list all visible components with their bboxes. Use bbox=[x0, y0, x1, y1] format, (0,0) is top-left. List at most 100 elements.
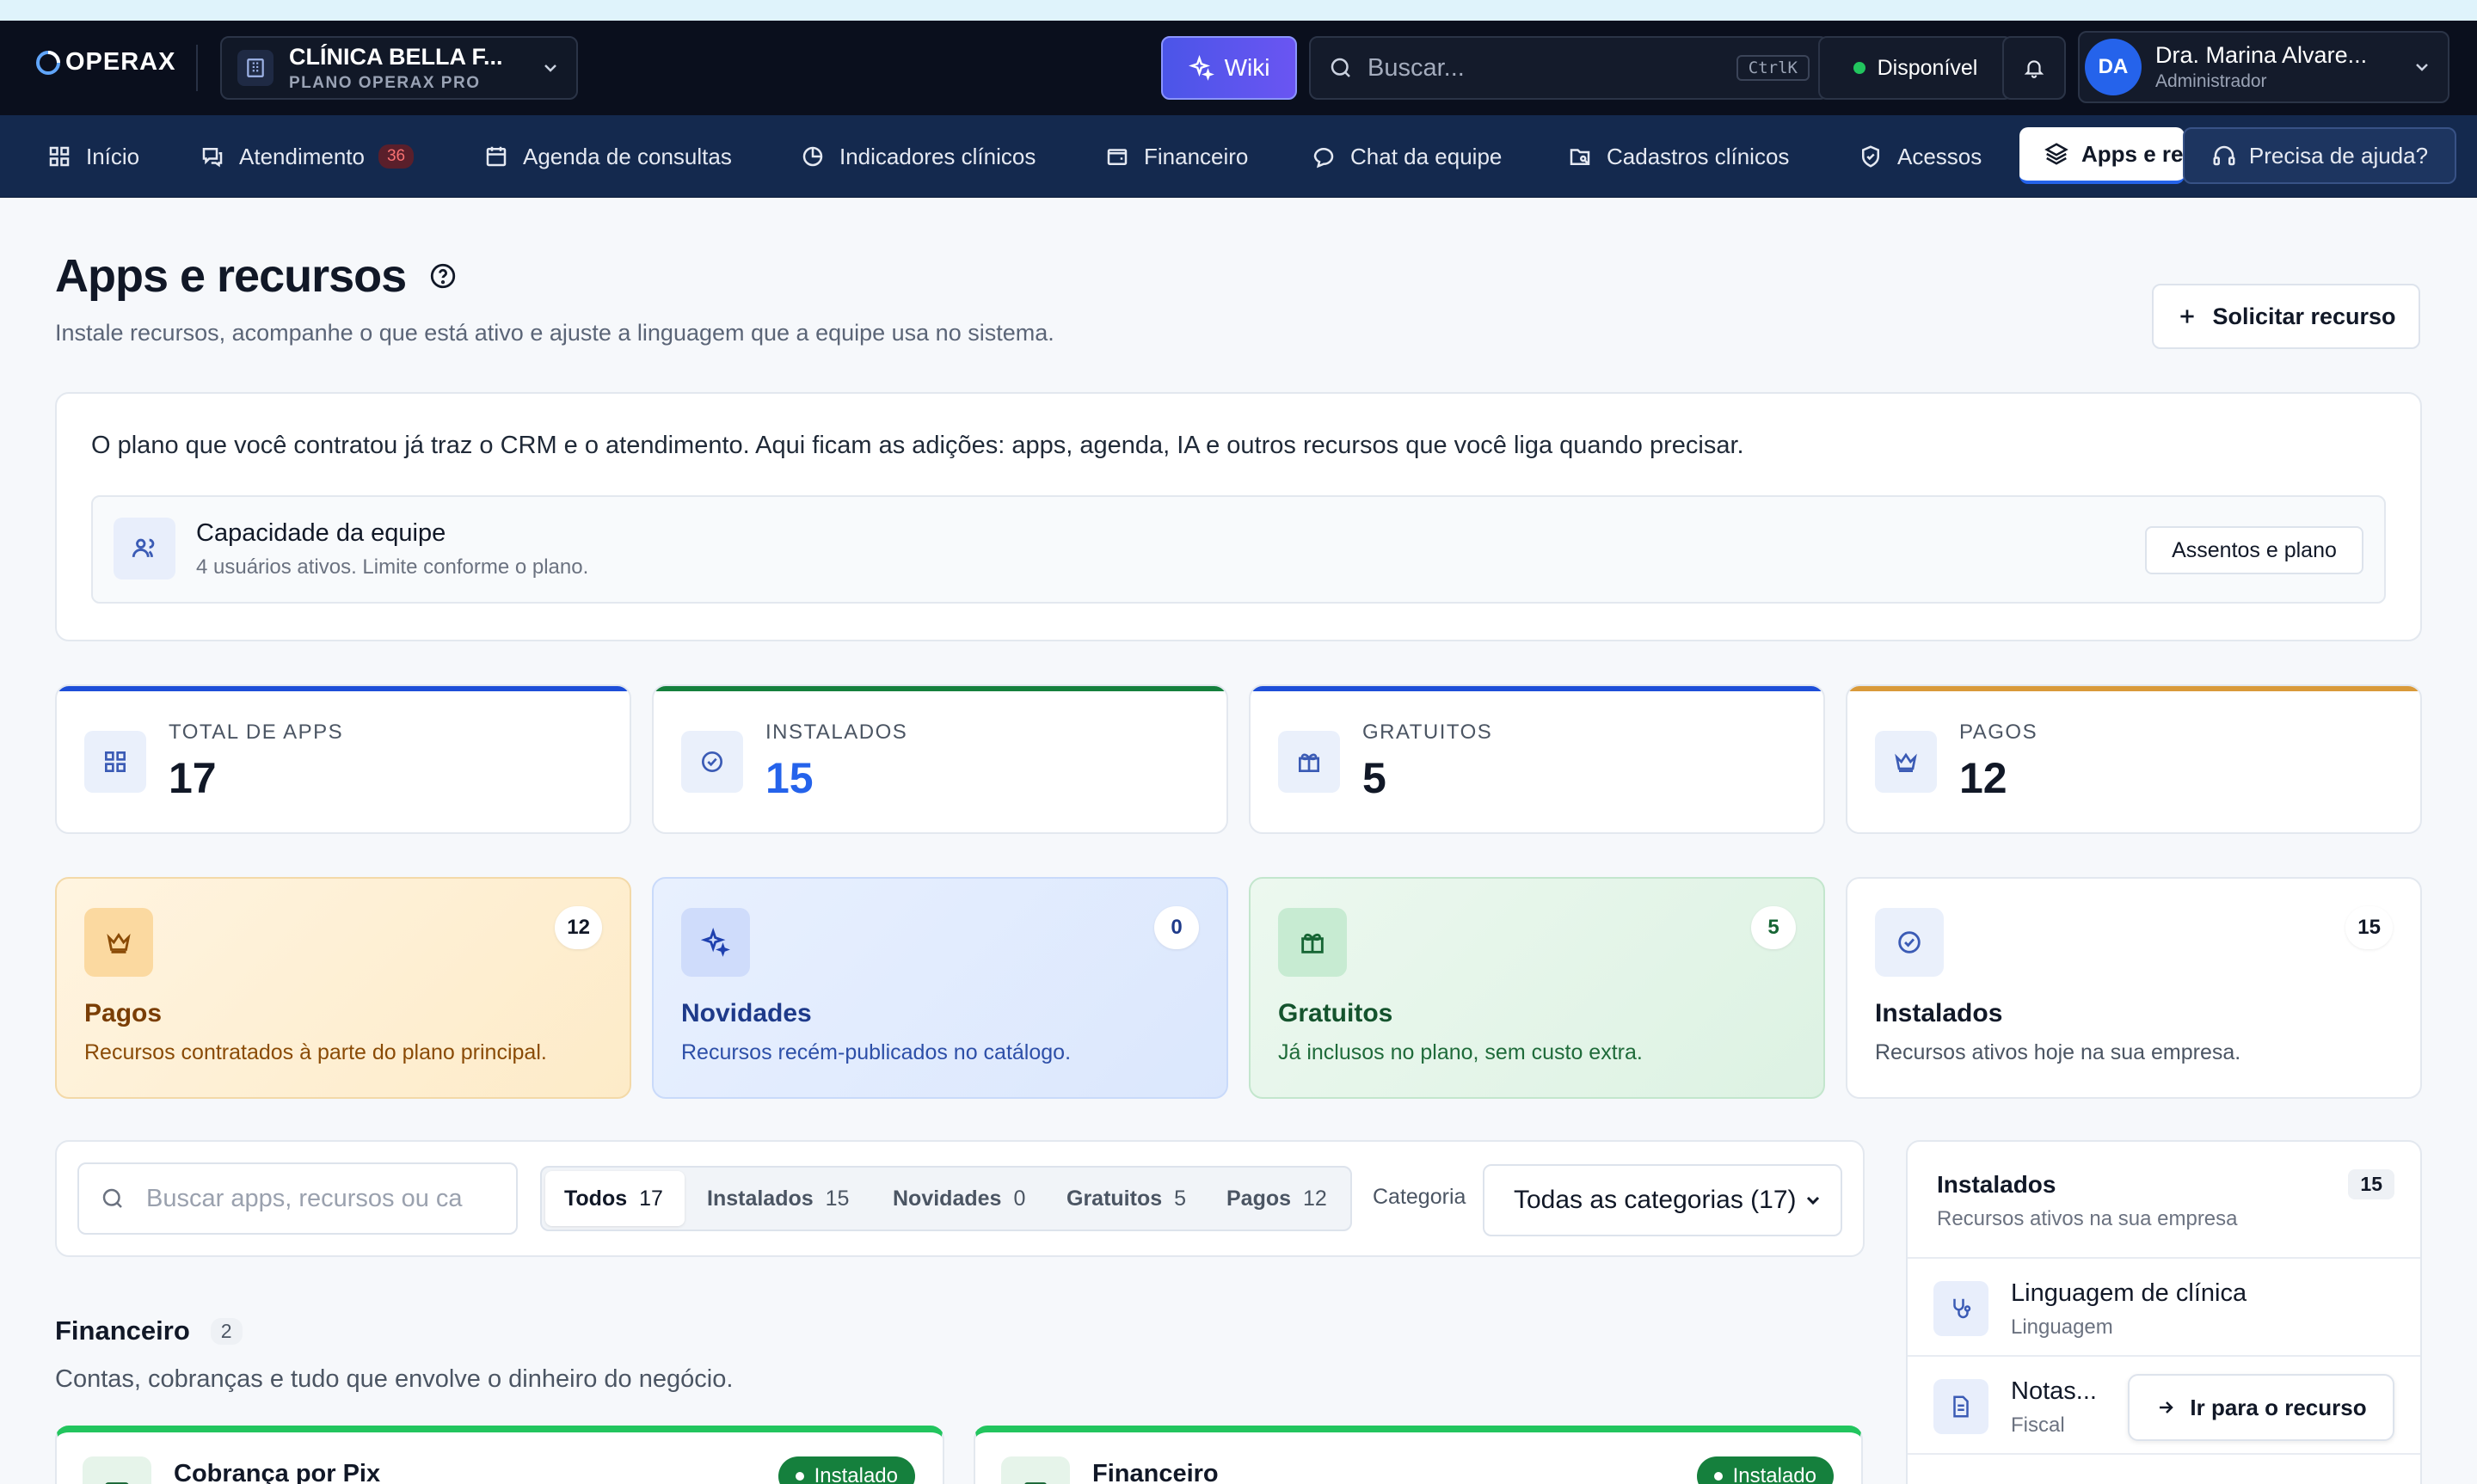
category-title: Pagos bbox=[84, 999, 163, 1027]
help-label: Precisa de ajuda? bbox=[2248, 142, 2429, 169]
stat-accent-bar bbox=[654, 686, 1226, 691]
nav-label: Financeiro bbox=[1144, 143, 1249, 169]
nav-item-indicadores[interactable]: Indicadores clínicos bbox=[800, 115, 1036, 198]
nav-item-agenda[interactable]: Agenda de consultas bbox=[483, 115, 732, 198]
app-card-cobranca-pix[interactable]: Cobrança por Pix Instalado bbox=[55, 1426, 944, 1484]
user-menu[interactable]: DA Dra. Marina Alvare... Administrador bbox=[2078, 31, 2449, 103]
stat-label: INSTALADOS bbox=[765, 721, 908, 744]
filter-tab-label: Pagos bbox=[1226, 1186, 1292, 1211]
filter-tab-count: 17 bbox=[639, 1186, 663, 1211]
brand-logo-text: OPERAX bbox=[65, 48, 176, 76]
sparkles-icon bbox=[1188, 55, 1214, 81]
stat-card-total: TOTAL DE APPS 17 bbox=[55, 684, 631, 834]
chat-bubble-icon bbox=[1313, 148, 1334, 169]
org-switcher[interactable]: CLÍNICA BELLA F... PLANO OPERAX PRO bbox=[220, 36, 578, 100]
category-count: 5 bbox=[1751, 906, 1796, 949]
wallet-icon bbox=[1001, 1456, 1070, 1484]
headphones-icon bbox=[2213, 145, 2235, 166]
nav-item-acessos[interactable]: Acessos bbox=[1858, 115, 1982, 198]
credit-card-icon bbox=[83, 1456, 151, 1484]
arrow-right-icon bbox=[2160, 1401, 2174, 1413]
stat-value: 12 bbox=[1959, 754, 2007, 802]
user-name: Dra. Marina Alvare... bbox=[2155, 42, 2368, 68]
section-count: 2 bbox=[210, 1317, 243, 1345]
nav-item-cadastros[interactable]: Cadastros clínicos bbox=[1567, 115, 1789, 198]
category-card-novidades[interactable]: 0 Novidades Recursos recém-publicados no… bbox=[652, 877, 1228, 1099]
gift-icon bbox=[1278, 908, 1347, 977]
org-name: CLÍNICA BELLA F... bbox=[289, 43, 503, 70]
filter-tab-todos[interactable]: Todos 17 bbox=[564, 1171, 663, 1226]
filter-tab-label: Instalados bbox=[707, 1186, 814, 1211]
grid-icon bbox=[49, 146, 70, 167]
wiki-label: Wiki bbox=[1224, 54, 1270, 81]
check-circle-icon bbox=[1875, 908, 1944, 977]
filter-tab-pagos[interactable]: Pagos 12 bbox=[1226, 1171, 1327, 1226]
category-count: 12 bbox=[555, 906, 602, 949]
building-icon bbox=[237, 50, 274, 86]
availability-status[interactable]: Disponível bbox=[1818, 36, 2013, 100]
messages-icon bbox=[202, 148, 223, 168]
search-icon bbox=[102, 1188, 122, 1208]
installed-item[interactable]: Linguagem de clínica Linguagem bbox=[1908, 1257, 2420, 1355]
nav-badge: 36 bbox=[378, 144, 415, 169]
category-description: Recursos recém-publicados no catálogo. bbox=[681, 1040, 1072, 1064]
nav-label: Chat da equipe bbox=[1350, 143, 1503, 169]
stat-card-installed: INSTALADOS 15 bbox=[652, 684, 1228, 834]
status-badge-label: Instalado bbox=[1732, 1464, 1816, 1484]
notifications-button[interactable] bbox=[2002, 36, 2066, 100]
nav-item-apps[interactable]: Apps e re bbox=[2019, 127, 2185, 184]
page-title-text: Apps e recursos bbox=[55, 250, 407, 302]
status-badge: Instalado bbox=[778, 1456, 915, 1484]
global-search-input[interactable]: Buscar... CtrlK bbox=[1309, 36, 1829, 100]
filter-tab-instalados[interactable]: Instalados 15 bbox=[707, 1171, 849, 1226]
category-card-gratuitos[interactable]: 5 Gratuitos Já inclusos no plano, sem cu… bbox=[1249, 877, 1825, 1099]
crown-icon bbox=[84, 908, 153, 977]
help-circle-icon[interactable] bbox=[428, 261, 458, 291]
seats-and-plan-button[interactable]: Assentos e plano bbox=[2145, 526, 2363, 574]
go-to-resource-button[interactable]: Ir para o recurso bbox=[2128, 1374, 2394, 1441]
nav-item-chat[interactable]: Chat da equipe bbox=[1311, 115, 1502, 198]
request-resource-label: Solicitar recurso bbox=[2212, 303, 2396, 329]
chevron-down-icon bbox=[2416, 64, 2428, 71]
stat-accent-bar bbox=[1251, 686, 1823, 691]
category-description: Recursos contratados à parte do plano pr… bbox=[84, 1040, 547, 1064]
category-select[interactable]: Todas as categorias (17) bbox=[1483, 1164, 1842, 1236]
installed-item[interactable] bbox=[1908, 1453, 2420, 1484]
filter-tab-label: Todos bbox=[564, 1186, 628, 1211]
nav-item-atendimento[interactable]: Atendimento 36 bbox=[200, 115, 415, 198]
apps-search-input[interactable]: Buscar apps, recursos ou ca bbox=[77, 1162, 518, 1235]
plan-intro-text: O plano que você contratou já traz o CRM… bbox=[91, 432, 1744, 459]
nav-label: Início bbox=[86, 143, 140, 169]
nav-label: Apps e re bbox=[2081, 140, 2184, 167]
category-filter-label: Categoria bbox=[1373, 1185, 1466, 1209]
stat-label: PAGOS bbox=[1959, 721, 2038, 744]
help-button[interactable]: Precisa de ajuda? bbox=[2183, 127, 2456, 184]
go-to-resource-label: Ir para o recurso bbox=[2190, 1394, 2367, 1420]
installed-item[interactable]: Notas... Fiscal Ir para o recurso bbox=[1908, 1355, 2420, 1453]
request-resource-button[interactable]: Solicitar recurso bbox=[2152, 284, 2420, 349]
category-select-value: Todas as categorias (17) bbox=[1514, 1186, 1797, 1214]
filter-tab-novidades[interactable]: Novidades 0 bbox=[893, 1171, 1025, 1226]
installed-item-meta: Linguagem bbox=[2011, 1315, 2113, 1339]
nav-label: Acessos bbox=[1897, 143, 1982, 169]
team-capacity-subtitle: 4 usuários ativos. Limite conforme o pla… bbox=[196, 555, 589, 579]
nav-label: Agenda de consultas bbox=[523, 143, 732, 169]
wiki-button[interactable]: Wiki bbox=[1161, 36, 1297, 100]
nav-label: Cadastros clínicos bbox=[1607, 143, 1790, 169]
calendar-icon bbox=[486, 146, 507, 167]
brand-logo[interactable]: OPERAX bbox=[34, 48, 175, 77]
stat-label: GRATUITOS bbox=[1362, 721, 1493, 744]
installed-item-name: Linguagem de clínica bbox=[2011, 1279, 2247, 1307]
app-card-financeiro[interactable]: Financeiro Instalado bbox=[974, 1426, 1863, 1484]
browser-top-strip bbox=[0, 0, 2477, 21]
stat-accent-bar bbox=[57, 686, 630, 691]
filter-tab-count: 0 bbox=[1013, 1186, 1026, 1211]
filter-tab-gratuitos[interactable]: Gratuitos 5 bbox=[1066, 1171, 1186, 1226]
stat-card-free: GRATUITOS 5 bbox=[1249, 684, 1825, 834]
category-card-pagos[interactable]: 12 Pagos Recursos contratados à parte do… bbox=[55, 877, 631, 1099]
nav-item-inicio[interactable]: Início bbox=[46, 115, 139, 198]
stat-value: 5 bbox=[1362, 754, 1386, 802]
category-card-instalados[interactable]: 15 Instalados Recursos ativos hoje na su… bbox=[1846, 877, 2422, 1099]
wallet-icon bbox=[1107, 149, 1128, 165]
nav-item-financeiro[interactable]: Financeiro bbox=[1104, 115, 1248, 198]
